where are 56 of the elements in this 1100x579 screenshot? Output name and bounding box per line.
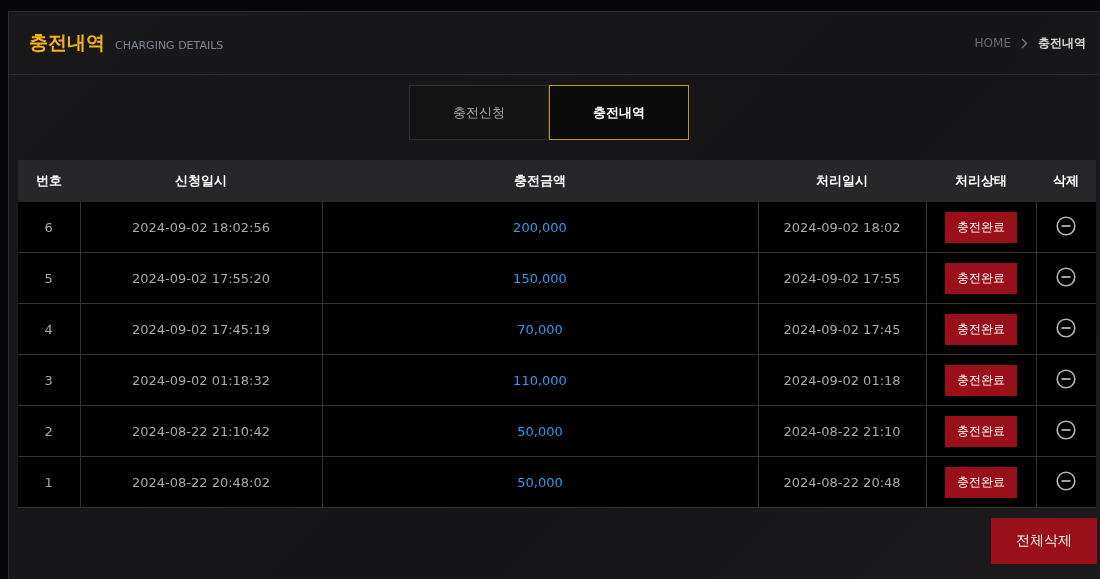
column-header: 삭제 <box>1036 160 1096 202</box>
table-cell: 50,000 <box>322 456 758 508</box>
breadcrumb-item: 충전내역 <box>1038 34 1086 52</box>
table-cell: 2024-08-22 20:48 <box>758 456 926 508</box>
table-cell: 50,000 <box>322 405 758 457</box>
minus-circle-icon <box>1056 266 1077 287</box>
table-cell: 2024-09-02 17:55:20 <box>80 252 322 304</box>
column-header: 처리상태 <box>926 160 1036 202</box>
table-cell: 5 <box>18 252 80 304</box>
column-header: 신청일시 <box>80 160 322 202</box>
table-cell: 6 <box>18 202 80 253</box>
table-cell: 1 <box>18 456 80 508</box>
status-badge: 충전완료 <box>945 313 1017 345</box>
table-cell: 2024-09-02 18:02 <box>758 202 926 253</box>
status-badge: 충전완료 <box>945 211 1017 243</box>
tab[interactable]: 충전내역 <box>548 85 689 140</box>
minus-circle-icon <box>1056 317 1077 338</box>
minus-circle-icon <box>1056 368 1077 389</box>
status-badge: 충전완료 <box>945 415 1017 447</box>
table-cell: 2024-09-02 18:02:56 <box>80 202 322 253</box>
table-cell: 2024-08-22 21:10 <box>758 405 926 457</box>
minus-circle-icon <box>1056 470 1077 491</box>
table-cell: 2024-08-22 21:10:42 <box>80 405 322 457</box>
minus-circle-icon <box>1056 215 1077 236</box>
table-cell: 2 <box>18 405 80 457</box>
status-badge: 충전완료 <box>945 364 1017 396</box>
table-cell: 2024-09-02 01:18:32 <box>80 354 322 406</box>
delete-button[interactable] <box>1056 215 1077 236</box>
delete-button[interactable] <box>1056 470 1077 491</box>
table-cell: 2024-09-02 17:45 <box>758 303 926 355</box>
page-title: 충전내역 <box>29 30 105 55</box>
table-cell: 2024-08-22 20:48:02 <box>80 456 322 508</box>
table-cell: 70,000 <box>322 303 758 355</box>
table-cell: 2024-09-02 01:18 <box>758 354 926 406</box>
table-cell: 2024-09-02 17:55 <box>758 252 926 304</box>
delete-button[interactable] <box>1056 266 1077 287</box>
table-cell: 2024-09-02 17:45:19 <box>80 303 322 355</box>
table-cell: 3 <box>18 354 80 406</box>
column-header: 충전금액 <box>322 160 758 202</box>
minus-circle-icon <box>1056 419 1077 440</box>
table-cell: 200,000 <box>322 202 758 253</box>
status-badge: 충전완료 <box>945 466 1017 498</box>
column-header: 처리일시 <box>758 160 926 202</box>
table-cell: 4 <box>18 303 80 355</box>
column-header: 번호 <box>18 160 80 202</box>
tab[interactable]: 충전신청 <box>408 85 549 140</box>
page-subtitle: CHARGING DETAILS <box>115 39 224 52</box>
status-badge: 충전완료 <box>945 262 1017 294</box>
chevron-right-icon <box>1021 37 1028 49</box>
table-cell: 110,000 <box>322 354 758 406</box>
delete-button[interactable] <box>1056 419 1077 440</box>
delete-button[interactable] <box>1056 368 1077 389</box>
table-cell: 150,000 <box>322 252 758 304</box>
breadcrumb-item[interactable]: HOME <box>974 36 1011 50</box>
delete-all-button[interactable]: 전체삭제 <box>991 518 1097 564</box>
delete-button[interactable] <box>1056 317 1077 338</box>
